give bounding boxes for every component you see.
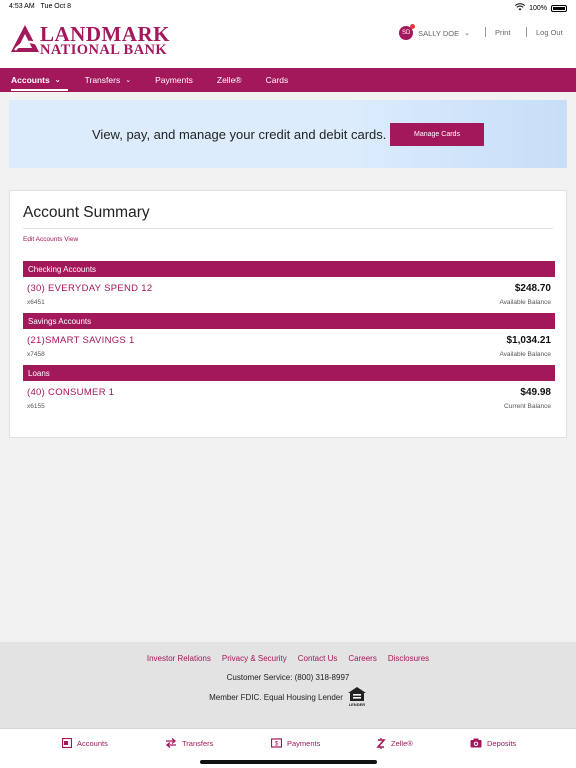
nav-transfers[interactable]: Transfers ⌄ [78,68,138,92]
cards-promo-banner: View, pay, and manage your credit and de… [9,100,567,168]
account-name[interactable]: (40) CONSUMER 1 [27,387,114,398]
footer-link-privacy-security[interactable]: Privacy & Security [222,654,287,663]
account-number: x6451 [27,299,45,306]
header-divider [526,27,527,37]
balance-label: Current Balance [504,403,551,410]
footer: Investor Relations Privacy & Security Co… [0,642,576,728]
home-indicator[interactable] [200,760,377,764]
account-group-savings: Savings Accounts (21)SMART SAVINGS 1 x74… [23,313,555,365]
status-time: 4:53 AM Tue Oct 8 [9,3,72,10]
group-heading: Checking Accounts [23,261,555,277]
user-name: SALLY DOE [418,28,460,38]
logo-triangle-icon [11,25,39,52]
account-row[interactable]: (40) CONSUMER 1 x6155 $49.98 Current Bal… [23,381,555,417]
chevron-down-icon: ⌄ [125,77,132,84]
camera-icon [470,738,482,748]
user-menu[interactable]: SD SALLY DOE ⌄ [399,24,470,40]
status-bar: 4:53 AM Tue Oct 8 100% [0,0,576,14]
fdic-notice: Member FDIC. Equal Housing Lender LENDER [0,686,576,708]
account-group-loans: Loans (40) CONSUMER 1 x6155 $49.98 Curre… [23,365,555,417]
manage-cards-button[interactable]: Manage Cards [390,123,484,146]
customer-service-text: Customer Service: (800) 318-8997 [226,673,350,682]
nav-accounts[interactable]: Accounts ⌄ [4,68,68,92]
tab-deposits[interactable]: Deposits [470,738,516,748]
account-row[interactable]: (21)SMART SAVINGS 1 x7458 $1,034.21 Avai… [23,329,555,365]
account-name[interactable]: (30) EVERYDAY SPEND 12 [27,283,152,294]
account-number: x7458 [27,351,45,358]
account-summary-card: Account Summary Edit Accounts View Check… [9,190,567,438]
status-indicators: 100% [515,3,567,13]
tab-accounts[interactable]: Accounts [62,738,108,748]
payments-icon: $ [271,738,282,748]
nav-zelle[interactable]: Zelle® [210,68,249,92]
tab-transfers[interactable]: Transfers [165,738,213,748]
bank-name-line2: NATIONAL BANK [40,42,167,58]
avatar: SD [399,24,416,40]
account-group-checking: Checking Accounts (30) EVERYDAY SPEND 12… [23,261,555,313]
bank-logo[interactable]: LANDMARK NATIONAL BANK [10,22,170,62]
banner-text: View, pay, and manage your credit and de… [92,127,387,142]
tab-payments[interactable]: $ Payments [271,738,320,748]
account-row[interactable]: (30) EVERYDAY SPEND 12 x6451 $248.70 Ava… [23,277,555,313]
battery-percent: 100% [529,4,547,12]
account-balance: $49.98 [520,387,551,398]
footer-link-careers[interactable]: Careers [348,654,376,663]
chevron-down-icon: ⌄ [464,30,470,37]
header: LANDMARK NATIONAL BANK SD SALLY DOE ⌄ Pr… [0,14,576,68]
group-heading: Savings Accounts [23,313,555,329]
footer-link-investor-relations[interactable]: Investor Relations [147,654,211,663]
chevron-down-icon: ⌄ [54,77,61,84]
print-link[interactable]: Print [495,28,510,37]
header-divider [485,27,486,37]
footer-link-contact-us[interactable]: Contact Us [298,654,338,663]
footer-link-disclosures[interactable]: Disclosures [388,654,429,663]
page-title: Account Summary [23,204,150,221]
balance-label: Available Balance [499,351,551,358]
notification-dot [410,24,416,29]
battery-icon [551,4,567,12]
account-name[interactable]: (21)SMART SAVINGS 1 [27,335,135,346]
divider [23,228,553,229]
tab-zelle[interactable]: Zelle® [376,738,413,749]
equal-housing-lender-icon: LENDER [347,686,367,708]
nav-cards[interactable]: Cards [259,68,296,92]
fdic-text: Member FDIC. Equal Housing Lender [209,692,343,702]
main-nav: Accounts ⌄ Transfers ⌄ Payments Zelle® Car… [0,68,576,92]
wifi-icon [515,3,526,13]
footer-links: Investor Relations Privacy & Security Co… [0,654,576,663]
group-heading: Loans [23,365,555,381]
zelle-icon [376,738,386,749]
account-balance: $1,034.21 [506,335,552,346]
accounts-icon [62,738,72,748]
transfer-arrows-icon [165,738,177,748]
edit-accounts-view-link[interactable]: Edit Accounts View [23,236,78,243]
nav-payments[interactable]: Payments [148,68,200,92]
account-number: x6155 [27,403,45,410]
account-balance: $248.70 [514,283,551,294]
logout-link[interactable]: Log Out [536,28,563,37]
balance-label: Available Balance [499,299,551,306]
